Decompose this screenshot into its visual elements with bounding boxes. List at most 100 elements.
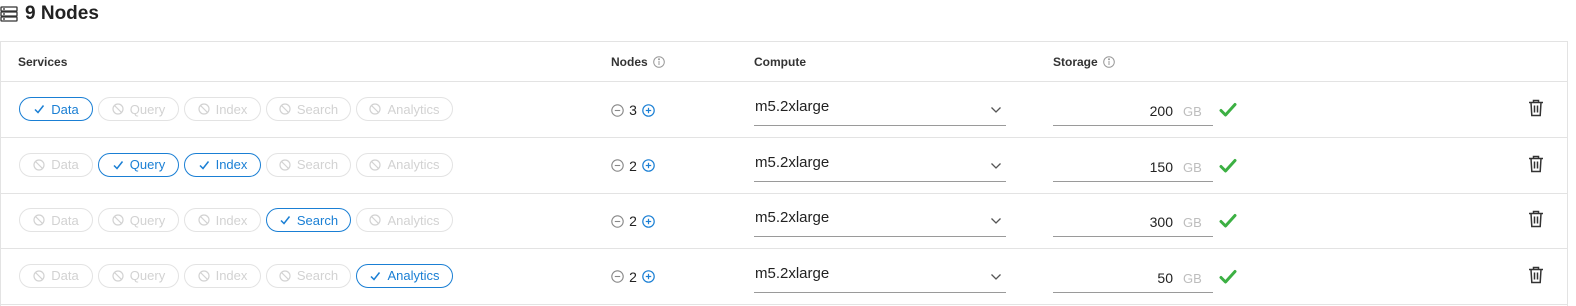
chevron-down-icon (990, 217, 1002, 225)
compute-select[interactable]: m5.2xlarge (754, 261, 1006, 293)
service-chip-index[interactable]: Index (184, 208, 261, 232)
server-stack-icon (0, 5, 18, 23)
table-row: Data Query Index Search Analytics 2 m5.2xlarge… (1, 138, 1567, 194)
storage-unit: GB (1183, 270, 1202, 286)
service-chip-analytics[interactable]: Analytics (356, 152, 453, 177)
storage-input[interactable]: 50 GB (1053, 263, 1213, 293)
valid-checkmark-icon (1219, 269, 1237, 285)
service-chip-query[interactable]: Query (98, 208, 179, 232)
valid-checkmark-icon (1219, 102, 1237, 118)
nodes-stepper: 3 (611, 100, 655, 120)
service-chip-label: Analytics (387, 212, 440, 228)
disabled-icon (33, 214, 45, 226)
service-chip-index[interactable]: Index (184, 263, 261, 288)
storage-input[interactable]: 200 GB (1053, 96, 1213, 126)
disabled-icon (112, 269, 124, 282)
service-chip-query[interactable]: Query (98, 152, 179, 177)
increment-icon[interactable] (642, 270, 655, 283)
service-chip-data[interactable]: Data (19, 152, 93, 177)
column-header-compute: Compute (754, 55, 806, 69)
service-chip-search[interactable]: Search (266, 97, 351, 121)
service-chip-label: Search (296, 101, 339, 117)
increment-icon[interactable] (642, 103, 655, 117)
column-header-nodes: Nodes (611, 42, 665, 82)
compute-select[interactable]: m5.2xlarge (754, 205, 1006, 237)
disabled-icon (112, 214, 124, 226)
compute-value: m5.2xlarge (755, 209, 830, 226)
increment-icon[interactable] (642, 214, 655, 228)
increment-icon[interactable] (642, 159, 655, 172)
delete-row-icon[interactable] (1528, 266, 1544, 284)
service-chip-label: Index (215, 101, 248, 117)
disabled-icon (112, 103, 124, 115)
compute-value: m5.2xlarge (755, 98, 830, 115)
service-chip-label: Data (51, 268, 79, 283)
service-chip-index[interactable]: Index (184, 152, 261, 177)
service-chip-label: Analytics (387, 101, 440, 117)
disabled-icon (369, 103, 382, 115)
disabled-icon (369, 158, 382, 171)
service-chip-search[interactable]: Search (266, 208, 351, 232)
chevron-down-icon (990, 162, 1002, 170)
storage-value: 150 (1149, 158, 1173, 175)
valid-checkmark-icon (1219, 213, 1237, 229)
service-chip-label: Search (296, 268, 339, 283)
service-chip-data[interactable]: Data (19, 97, 93, 121)
node-count: 2 (629, 213, 637, 229)
storage-value: 300 (1149, 214, 1173, 230)
checkmark-icon (369, 270, 381, 282)
service-chip-search[interactable]: Search (266, 263, 351, 288)
disabled-icon (197, 214, 210, 226)
delete-row-icon[interactable] (1528, 99, 1544, 117)
service-chip-label: Search (296, 212, 339, 228)
service-chip-label: Data (51, 157, 79, 172)
service-chip-search[interactable]: Search (266, 152, 351, 177)
compute-value: m5.2xlarge (755, 153, 830, 171)
service-chip-data[interactable]: Data (19, 208, 93, 232)
service-chip-query[interactable]: Query (98, 263, 179, 288)
storage-unit: GB (1183, 215, 1202, 230)
checkmark-icon (112, 159, 124, 171)
disabled-icon (197, 103, 210, 115)
service-chip-label: Search (296, 157, 339, 172)
table-row: Data Query Index Search Analytics 2 m5.2xlarge… (1, 249, 1567, 305)
decrement-icon[interactable] (611, 103, 624, 117)
service-chip-query[interactable]: Query (98, 97, 179, 121)
service-chip-label: Query (129, 157, 166, 172)
storage-value: 200 (1149, 103, 1173, 119)
info-icon[interactable] (652, 56, 665, 68)
service-chip-index[interactable]: Index (184, 97, 261, 121)
storage-value: 50 (1157, 269, 1173, 286)
chevron-down-icon (990, 106, 1002, 114)
info-icon[interactable] (1102, 56, 1115, 68)
service-chip-label: Data (51, 101, 79, 117)
delete-row-icon[interactable] (1528, 210, 1544, 228)
disabled-icon (33, 158, 45, 171)
delete-row-icon[interactable] (1528, 155, 1544, 173)
decrement-icon[interactable] (611, 270, 624, 283)
service-chip-label: Query (129, 101, 166, 117)
node-count: 2 (629, 268, 637, 285)
service-chip-data[interactable]: Data (19, 263, 93, 288)
compute-select[interactable]: m5.2xlarge (754, 150, 1006, 182)
service-chips: Data Query Index Search Analytics (19, 208, 458, 232)
decrement-icon[interactable] (611, 214, 624, 228)
storage-input[interactable]: 150 GB (1053, 152, 1213, 182)
service-chip-label: Analytics (387, 268, 440, 283)
disabled-icon (279, 158, 291, 171)
storage-unit: GB (1183, 159, 1202, 175)
disabled-icon (279, 269, 291, 282)
service-chip-analytics[interactable]: Analytics (356, 208, 453, 232)
decrement-icon[interactable] (611, 159, 624, 172)
service-chips: Data Query Index Search Analytics (19, 97, 458, 121)
service-chip-analytics[interactable]: Analytics (356, 263, 453, 288)
storage-input[interactable]: 300 GB (1053, 207, 1213, 237)
service-chips: Data Query Index Search Analytics (19, 263, 458, 288)
checkmark-icon (33, 103, 45, 115)
service-chip-label: Index (215, 212, 248, 228)
nodes-stepper: 2 (611, 267, 655, 287)
checkmark-icon (198, 159, 210, 171)
disabled-icon (197, 269, 210, 282)
compute-select[interactable]: m5.2xlarge (754, 94, 1006, 126)
service-chip-analytics[interactable]: Analytics (356, 97, 453, 121)
